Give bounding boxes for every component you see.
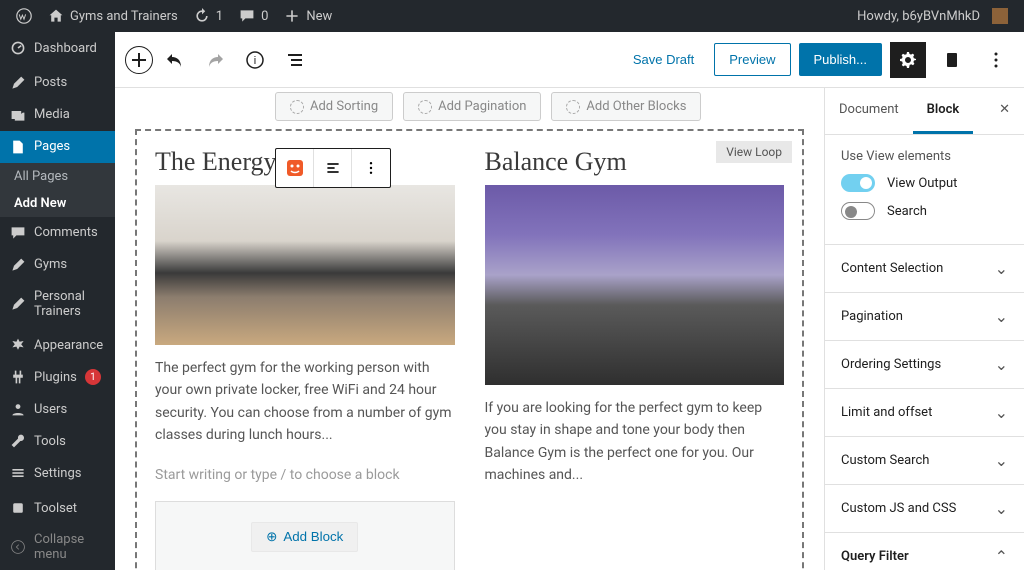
plus-circle-icon (290, 100, 304, 114)
chevron-down-icon (995, 403, 1008, 422)
align-button[interactable] (314, 149, 352, 187)
loop-item-image (155, 185, 455, 345)
chevron-down-icon (995, 451, 1008, 470)
view-loop-label: View Loop (716, 141, 792, 163)
section-content-selection[interactable]: Content Selection (825, 245, 1024, 293)
toolset-panel-button[interactable] (934, 42, 970, 78)
section-custom-js-css[interactable]: Custom JS and CSS (825, 485, 1024, 533)
loop-item-desc: If you are looking for the perfect gym t… (485, 397, 785, 487)
plus-circle-icon (418, 100, 432, 114)
menu-dashboard[interactable]: Dashboard (0, 32, 115, 64)
inspector-panel: Document Block ✕ Use View elements View … (824, 88, 1024, 570)
editor-toolbar: i Save Draft Preview Publish... (115, 32, 1024, 88)
toggle-view-output[interactable] (841, 174, 875, 192)
pill-add-sorting[interactable]: Add Sorting (275, 92, 393, 121)
section-custom-search[interactable]: Custom Search (825, 437, 1024, 485)
menu-tools[interactable]: Tools (0, 425, 115, 457)
preview-button[interactable]: Preview (714, 43, 790, 76)
editor-canvas[interactable]: Add Sorting Add Pagination Add Other Blo… (115, 88, 824, 570)
toggle-search[interactable] (841, 202, 875, 220)
menu-media[interactable]: Media (0, 99, 115, 131)
comments-count: 0 (261, 9, 268, 24)
site-name: Gyms and Trainers (70, 9, 178, 24)
close-inspector-button[interactable]: ✕ (985, 88, 1024, 134)
menu-pages[interactable]: Pages (0, 131, 115, 163)
chevron-down-icon (995, 307, 1008, 326)
plus-circle-icon (566, 100, 580, 114)
chevron-down-icon (995, 259, 1008, 278)
info-button[interactable]: i (237, 42, 273, 78)
redo-button[interactable] (197, 42, 233, 78)
section-limit-offset[interactable]: Limit and offset (825, 389, 1024, 437)
menu-appearance[interactable]: Appearance (0, 329, 115, 361)
menu-posts[interactable]: Posts (0, 67, 115, 99)
avatar (992, 8, 1008, 24)
outline-button[interactable] (277, 42, 313, 78)
publish-button[interactable]: Publish... (799, 43, 882, 76)
view-loop-block[interactable]: View Loop The Energy Club The perfect gy… (135, 129, 804, 570)
menu-settings[interactable]: Settings (0, 457, 115, 489)
use-view-elements-label: Use View elements (841, 149, 1008, 164)
save-draft-button[interactable]: Save Draft (621, 44, 706, 75)
section-view-elements: Use View elements View Output Search (825, 135, 1024, 245)
submenu-all-pages[interactable]: All Pages (0, 163, 115, 190)
updates-link[interactable]: 1 (186, 8, 231, 24)
block-more-button[interactable] (352, 149, 390, 187)
block-type-icon[interactable] (276, 149, 314, 187)
new-content-link[interactable]: New (276, 8, 340, 24)
tab-block[interactable]: Block (913, 88, 974, 134)
menu-gyms[interactable]: Gyms (0, 249, 115, 281)
add-block-box: ⊕Add Block (155, 501, 455, 570)
menu-toolset[interactable]: Toolset (0, 492, 115, 524)
pill-add-other[interactable]: Add Other Blocks (551, 92, 701, 121)
menu-users[interactable]: Users (0, 393, 115, 425)
loop-item: The Energy Club The perfect gym for the … (155, 147, 455, 570)
loop-item-image (485, 185, 785, 385)
chevron-down-icon (995, 355, 1008, 374)
howdy-text: Howdy, b6yBVnMhkD (857, 9, 980, 24)
view-output-label: View Output (887, 176, 957, 191)
plus-circle-icon: ⊕ (266, 529, 277, 545)
wp-logo[interactable] (8, 8, 40, 24)
chevron-up-icon (995, 547, 1008, 566)
block-prompt[interactable]: Start writing or type / to choose a bloc… (155, 467, 455, 483)
pill-add-pagination[interactable]: Add Pagination (403, 92, 541, 121)
menu-comments[interactable]: Comments (0, 217, 115, 249)
new-label: New (306, 9, 332, 24)
block-toolbar (275, 148, 391, 188)
search-label: Search (887, 204, 927, 219)
updates-count: 1 (216, 9, 223, 24)
admin-sidebar: Dashboard Posts Media Pages All Pages Ad… (0, 32, 115, 570)
section-ordering[interactable]: Ordering Settings (825, 341, 1024, 389)
add-block-inner-button[interactable]: ⊕Add Block (251, 522, 358, 552)
undo-button[interactable] (157, 42, 193, 78)
menu-collapse[interactable]: Collapse menu (0, 524, 115, 570)
howdy-link[interactable]: Howdy, b6yBVnMhkD (849, 8, 1016, 24)
loop-item-desc: The perfect gym for the working person w… (155, 357, 455, 447)
svg-text:i: i (254, 55, 256, 67)
menu-trainers[interactable]: Personal Trainers (0, 281, 115, 327)
admin-bar: Gyms and Trainers 1 0 New Howdy, b6yBVnM… (0, 0, 1024, 32)
chevron-down-icon (995, 499, 1008, 518)
settings-gear-button[interactable] (890, 42, 926, 78)
submenu-add-new[interactable]: Add New (0, 190, 115, 217)
section-query-filter[interactable]: Query Filter (825, 533, 1024, 570)
add-block-button[interactable] (125, 46, 153, 74)
more-menu-button[interactable] (978, 42, 1014, 78)
section-pagination[interactable]: Pagination (825, 293, 1024, 341)
menu-plugins[interactable]: Plugins1 (0, 361, 115, 393)
tab-document[interactable]: Document (825, 88, 913, 134)
site-name-link[interactable]: Gyms and Trainers (40, 8, 186, 24)
loop-item: Balance Gym If you are looking for the p… (485, 147, 785, 570)
plugins-badge: 1 (85, 369, 101, 385)
comments-link[interactable]: 0 (231, 8, 276, 24)
